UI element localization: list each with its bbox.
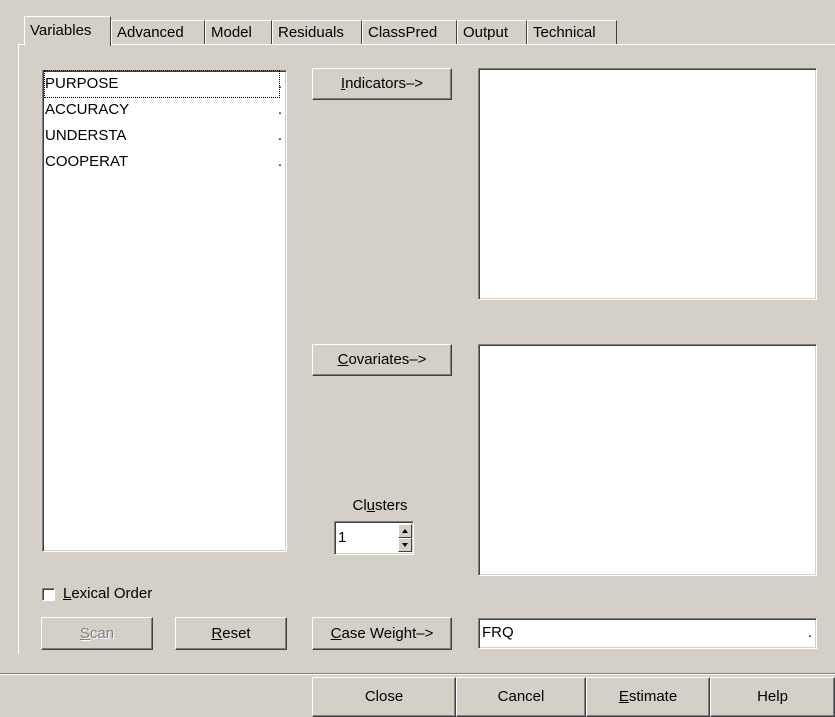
help-button[interactable]: Help [710, 677, 835, 717]
tab-technical[interactable]: Technical [527, 20, 617, 45]
separator [0, 673, 835, 675]
cancel-button[interactable]: Cancel [456, 677, 586, 717]
tab-model[interactable]: Model [205, 20, 272, 45]
tab-variables[interactable]: Variables [24, 16, 111, 46]
tab-panel [18, 44, 835, 654]
estimate-button[interactable]: Estimate [586, 677, 710, 717]
tab-output[interactable]: Output [457, 20, 527, 45]
tab-residuals[interactable]: Residuals [272, 20, 362, 45]
tab-classpred[interactable]: ClassPred [362, 20, 457, 45]
tab-advanced[interactable]: Advanced [111, 20, 205, 45]
close-button[interactable]: Close [312, 677, 456, 717]
